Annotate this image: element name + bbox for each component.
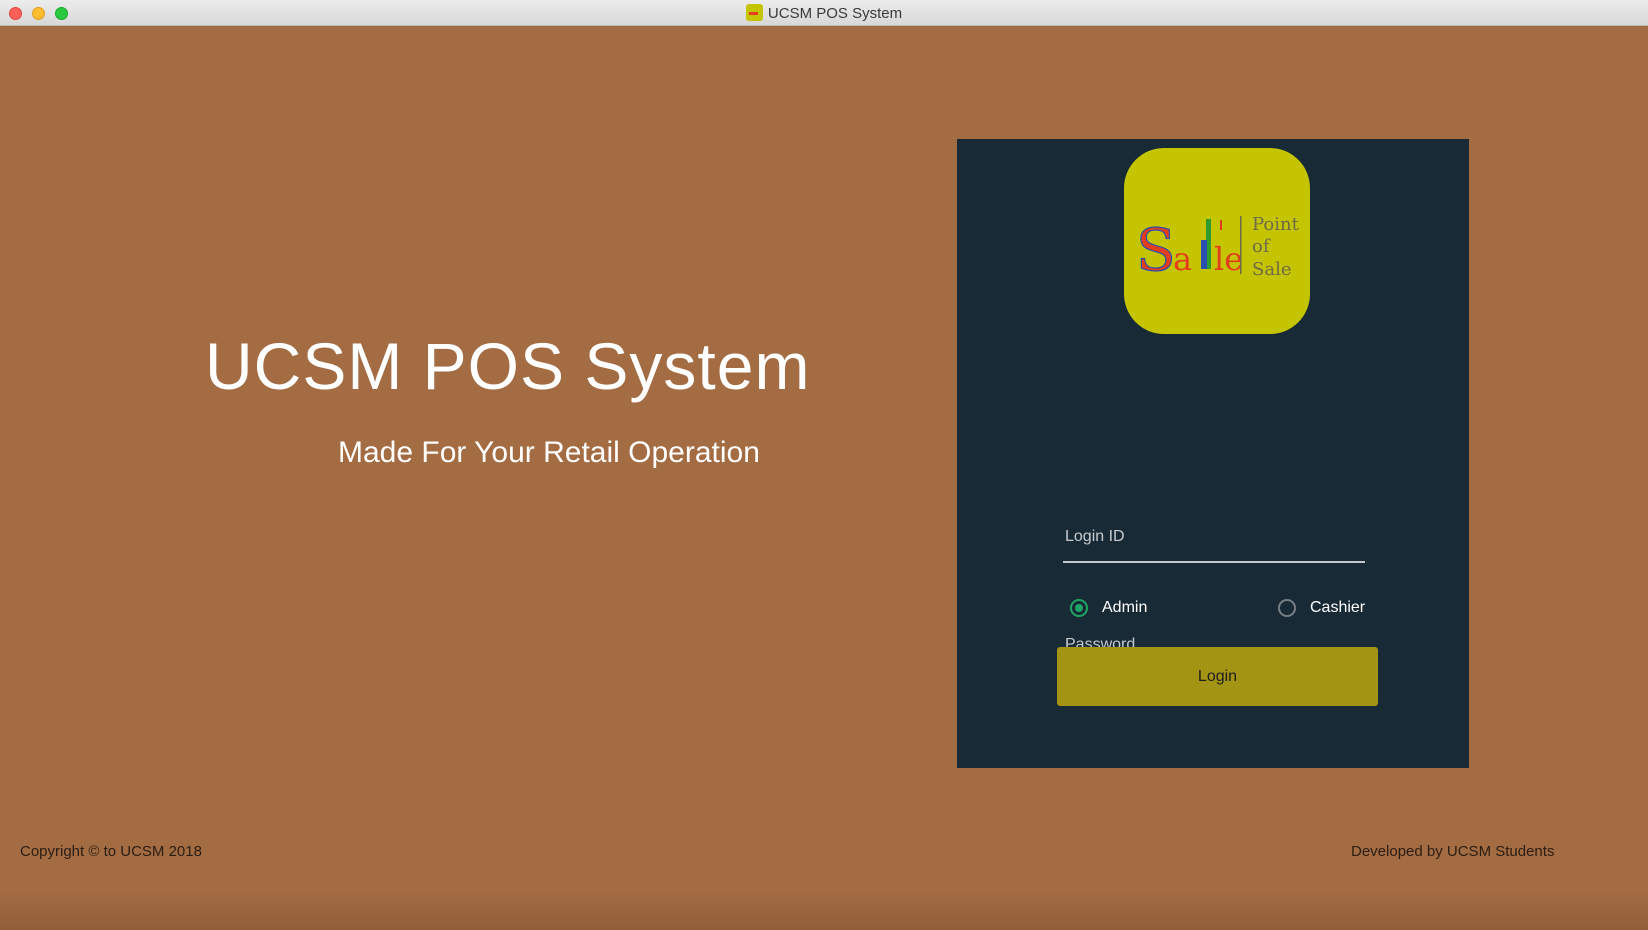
admin-radio-label[interactable]: Admin <box>1102 599 1147 617</box>
cashier-radio-label[interactable]: Cashier <box>1310 599 1365 617</box>
login-panel: S a le Point of Sale Admin Cashier Login <box>957 139 1469 768</box>
copyright-text: Copyright © to UCSM 2018 <box>20 843 202 860</box>
bottom-shadow <box>0 890 1648 930</box>
logo-letter-le: le <box>1214 240 1243 278</box>
app-window: UCSM POS System UCSM POS System Made For… <box>0 0 1648 930</box>
login-id-field[interactable] <box>1063 517 1365 563</box>
logo-bar-blue <box>1201 240 1207 269</box>
window-title-group: UCSM POS System <box>0 4 1648 23</box>
pos-app-icon <box>745 4 763 21</box>
cashier-radio-circle[interactable] <box>1278 599 1296 617</box>
window-title: UCSM POS System <box>767 5 903 22</box>
pos-logo: S a le Point of Sale <box>1124 148 1310 334</box>
hero-subtitle: Made For Your Retail Operation <box>338 436 760 469</box>
logo-bar-red <box>1220 220 1222 230</box>
logo-letter-s: S <box>1136 216 1176 284</box>
hero-title: UCSM POS System <box>205 329 811 403</box>
login-id-input[interactable] <box>1063 517 1365 557</box>
logo-letter-a: a <box>1173 240 1192 278</box>
logo-divider <box>1240 216 1242 274</box>
admin-radio-circle[interactable] <box>1070 599 1088 617</box>
logo-line-2: of <box>1252 236 1271 257</box>
developer-credits: Developed by UCSM Students <box>1351 843 1555 860</box>
logo-line-1: Point <box>1252 214 1300 235</box>
login-button[interactable]: Login <box>1057 647 1378 706</box>
logo-line-3: Sale <box>1252 259 1291 280</box>
pos-logo-graphic: S a le Point of Sale <box>1135 214 1300 285</box>
window-titlebar[interactable]: UCSM POS System <box>0 0 1648 26</box>
